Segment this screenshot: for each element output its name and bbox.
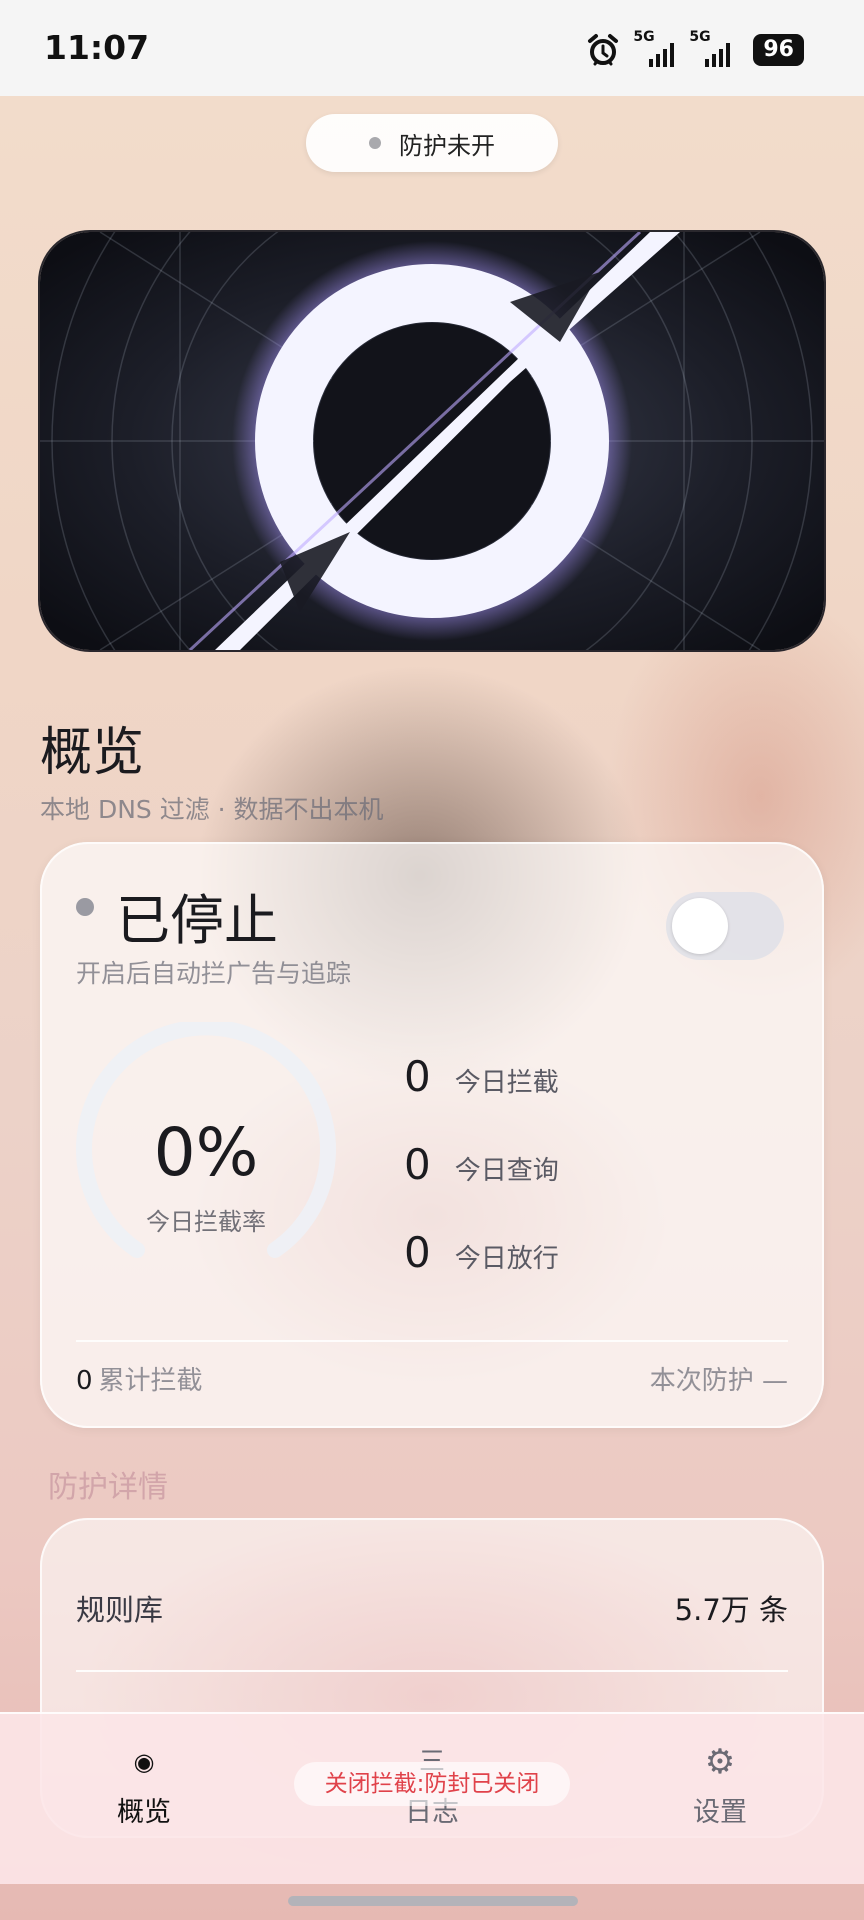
- protection-toggle[interactable]: [666, 892, 784, 960]
- signal-1-icon: 5G: [633, 29, 675, 67]
- block-rate-value: 0%: [153, 1114, 259, 1191]
- signal-2-icon: 5G: [689, 29, 731, 67]
- status-title: 已停止: [116, 889, 278, 952]
- status-bar: 11:07 5G 5G 96: [0, 0, 864, 96]
- nav-label: 概览: [117, 1797, 171, 1828]
- toast-message: 关闭拦截:防封已关闭: [294, 1762, 570, 1806]
- stat-allowed-today: 0 今日放行: [404, 1228, 559, 1277]
- nav-item-overview[interactable]: ◉ 概览: [44, 1714, 244, 1864]
- overview-icon: ◉: [133, 1748, 155, 1776]
- session-protection: 本次防护 —: [649, 1366, 788, 1396]
- status-card: 已停止 开启后自动拦广告与追踪 0% 今日拦截率 0 今日拦截 0 今日查询 0…: [40, 842, 824, 1428]
- status-icons: 5G 5G 96: [587, 29, 804, 70]
- detail-value: 5.7万 条: [674, 1593, 788, 1627]
- detail-key: 规则库: [76, 1593, 164, 1627]
- stat-label: 今日查询: [454, 1156, 559, 1186]
- status-time: 11:07: [44, 28, 150, 67]
- alarm-icon: [588, 34, 619, 66]
- stat-value: 0: [404, 1052, 431, 1101]
- status-dot-icon: [76, 898, 94, 916]
- stat-value: 0: [404, 1228, 431, 1277]
- status-dot-icon: [369, 137, 381, 149]
- total-blocked-value: 0: [76, 1366, 93, 1396]
- nav-item-settings[interactable]: ⚙ 设置: [620, 1714, 820, 1864]
- detail-row-rules[interactable]: 规则库 5.7万 条: [76, 1578, 788, 1638]
- divider: [76, 1670, 788, 1672]
- stat-label: 今日拦截: [454, 1068, 559, 1098]
- gear-icon: ⚙: [704, 1742, 736, 1782]
- divider: [76, 1340, 788, 1342]
- overview-subtitle: 本地 DNS 过滤 · 数据不出本机: [40, 795, 384, 824]
- battery-indicator: 96: [753, 34, 804, 66]
- logo-icon: [40, 232, 824, 650]
- status-subtitle: 开启后自动拦广告与追踪: [76, 959, 352, 988]
- total-blocked: 0 累计拦截: [76, 1360, 203, 1397]
- stat-blocked-today: 0 今日拦截: [404, 1052, 559, 1101]
- overview-title: 概览: [40, 723, 145, 783]
- protection-status-text: 防护未开: [399, 131, 495, 160]
- nav-label: 设置: [693, 1797, 747, 1828]
- app-logo-banner: [40, 232, 824, 650]
- block-rate-label: 今日拦截率: [146, 1208, 266, 1236]
- stat-label: 今日放行: [454, 1244, 559, 1274]
- details-section-title: 防护详情: [48, 1470, 168, 1505]
- stat-queries-today: 0 今日查询: [404, 1140, 559, 1189]
- total-blocked-label: 累计拦截: [98, 1366, 203, 1396]
- home-indicator[interactable]: [288, 1896, 578, 1906]
- stat-value: 0: [404, 1140, 431, 1189]
- protection-status-pill[interactable]: 防护未开: [306, 114, 558, 172]
- toggle-knob: [672, 898, 728, 954]
